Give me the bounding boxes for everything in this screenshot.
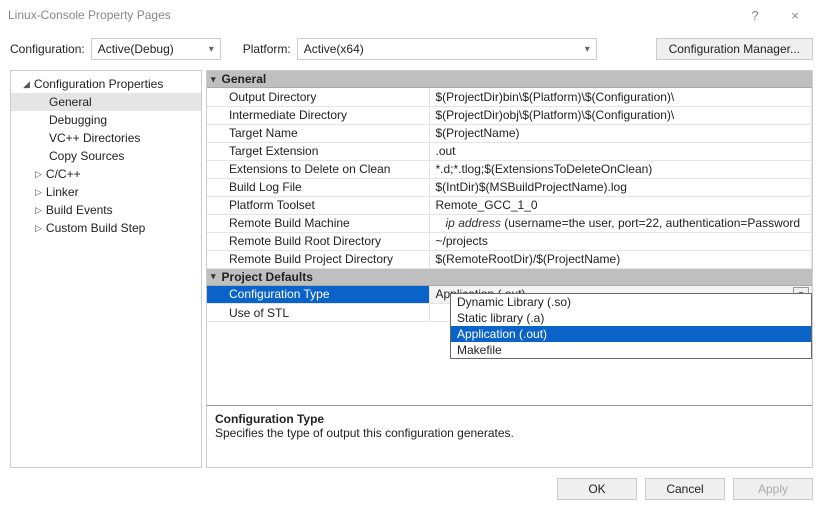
prop-key[interactable]: Configuration Type bbox=[207, 286, 429, 304]
prop-val[interactable]: ~/projects bbox=[429, 232, 812, 250]
row: Remote Build Project Directory$(RemoteRo… bbox=[207, 250, 812, 268]
ok-button[interactable]: OK bbox=[557, 478, 637, 500]
prop-val[interactable]: $(ProjectDir)bin\$(Platform)\$(Configura… bbox=[429, 88, 812, 106]
row: Intermediate Directory$(ProjectDir)obj\$… bbox=[207, 106, 812, 124]
tree-item-debugging[interactable]: Debugging bbox=[11, 111, 201, 129]
config-row: Configuration: Active(Debug) ▾ Platform:… bbox=[0, 30, 823, 70]
title-bar: Linux-Console Property Pages ? × bbox=[0, 0, 823, 30]
platform-combo[interactable]: Active(x64) ▾ bbox=[297, 38, 597, 60]
row: Extensions to Delete on Clean*.d;*.tlog;… bbox=[207, 160, 812, 178]
row: Platform ToolsetRemote_GCC_1_0 bbox=[207, 196, 812, 214]
tree-item-build-events[interactable]: Build Events bbox=[11, 201, 201, 219]
prop-key[interactable]: Target Name bbox=[207, 124, 429, 142]
prop-key[interactable]: Remote Build Project Directory bbox=[207, 250, 429, 268]
row: Remote Build Machine ip address (usernam… bbox=[207, 214, 812, 232]
chevron-down-icon: ▾ bbox=[579, 44, 596, 55]
row: Target Extension.out bbox=[207, 142, 812, 160]
close-icon[interactable]: × bbox=[775, 8, 815, 23]
chevron-down-icon: ▾ bbox=[211, 271, 216, 282]
chevron-down-icon: ▾ bbox=[211, 74, 216, 85]
window-title: Linux-Console Property Pages bbox=[8, 8, 735, 22]
row: Target Name$(ProjectName) bbox=[207, 124, 812, 142]
description-pane: Configuration Type Specifies the type of… bbox=[207, 405, 812, 467]
prop-val[interactable]: $(ProjectDir)obj\$(Platform)\$(Configura… bbox=[429, 106, 812, 124]
prop-key[interactable]: Platform Toolset bbox=[207, 196, 429, 214]
prop-key[interactable]: Remote Build Machine bbox=[207, 214, 429, 232]
tree-item-linker[interactable]: Linker bbox=[11, 183, 201, 201]
help-icon[interactable]: ? bbox=[735, 8, 775, 23]
prop-val[interactable]: .out bbox=[429, 142, 812, 160]
configuration-combo[interactable]: Active(Debug) ▾ bbox=[91, 38, 221, 60]
prop-val[interactable]: *.d;*.tlog;$(ExtensionsToDeleteOnClean) bbox=[429, 160, 812, 178]
tree[interactable]: Configuration Properties General Debuggi… bbox=[10, 70, 202, 468]
apply-button[interactable]: Apply bbox=[733, 478, 813, 500]
platform-value: Active(x64) bbox=[298, 42, 579, 56]
tree-item-custom-build[interactable]: Custom Build Step bbox=[11, 219, 201, 237]
config-type-dropdown[interactable]: Dynamic Library (.so) Static library (.a… bbox=[450, 293, 812, 359]
prop-val[interactable]: Remote_GCC_1_0 bbox=[429, 196, 812, 214]
tree-item-copy-sources[interactable]: Copy Sources bbox=[11, 147, 201, 165]
chevron-down-icon: ▾ bbox=[203, 44, 220, 55]
row: Output Directory$(ProjectDir)bin\$(Platf… bbox=[207, 88, 812, 106]
row: Build Log File$(IntDir)$(MSBuildProjectN… bbox=[207, 178, 812, 196]
section-defaults[interactable]: ▾Project Defaults bbox=[207, 269, 812, 286]
platform-label: Platform: bbox=[243, 42, 291, 56]
dialog-buttons: OK Cancel Apply bbox=[0, 468, 823, 510]
prop-key[interactable]: Target Extension bbox=[207, 142, 429, 160]
tree-root[interactable]: Configuration Properties bbox=[11, 75, 201, 93]
prop-key[interactable]: Output Directory bbox=[207, 88, 429, 106]
dropdown-option[interactable]: Dynamic Library (.so) bbox=[451, 294, 811, 310]
prop-key[interactable]: Extensions to Delete on Clean bbox=[207, 160, 429, 178]
tree-item-general[interactable]: General bbox=[11, 93, 201, 111]
cancel-button[interactable]: Cancel bbox=[645, 478, 725, 500]
tree-item-ccpp[interactable]: C/C++ bbox=[11, 165, 201, 183]
prop-val[interactable]: ip address (username=the user, port=22, … bbox=[429, 214, 812, 232]
grid-general: Output Directory$(ProjectDir)bin\$(Platf… bbox=[207, 88, 812, 269]
property-grid-panel: ▾General Output Directory$(ProjectDir)bi… bbox=[206, 70, 813, 468]
prop-val[interactable]: $(RemoteRootDir)/$(ProjectName) bbox=[429, 250, 812, 268]
configuration-value: Active(Debug) bbox=[92, 42, 203, 56]
row: Remote Build Root Directory~/projects bbox=[207, 232, 812, 250]
prop-val[interactable]: $(IntDir)$(MSBuildProjectName).log bbox=[429, 178, 812, 196]
dropdown-option-selected[interactable]: Application (.out) bbox=[451, 326, 811, 342]
prop-key[interactable]: Use of STL bbox=[207, 304, 429, 322]
prop-key[interactable]: Build Log File bbox=[207, 178, 429, 196]
main-area: Configuration Properties General Debuggi… bbox=[0, 70, 823, 468]
prop-val[interactable]: $(ProjectName) bbox=[429, 124, 812, 142]
configuration-label: Configuration: bbox=[10, 42, 85, 56]
property-grid: ▾General Output Directory$(ProjectDir)bi… bbox=[207, 71, 812, 405]
description-title: Configuration Type bbox=[215, 412, 804, 426]
dropdown-option[interactable]: Makefile bbox=[451, 342, 811, 358]
prop-key[interactable]: Intermediate Directory bbox=[207, 106, 429, 124]
prop-key[interactable]: Remote Build Root Directory bbox=[207, 232, 429, 250]
dropdown-option[interactable]: Static library (.a) bbox=[451, 310, 811, 326]
description-body: Specifies the type of output this config… bbox=[215, 426, 804, 440]
tree-item-vcdirs[interactable]: VC++ Directories bbox=[11, 129, 201, 147]
configuration-manager-button[interactable]: Configuration Manager... bbox=[656, 38, 813, 60]
section-general[interactable]: ▾General bbox=[207, 71, 812, 88]
